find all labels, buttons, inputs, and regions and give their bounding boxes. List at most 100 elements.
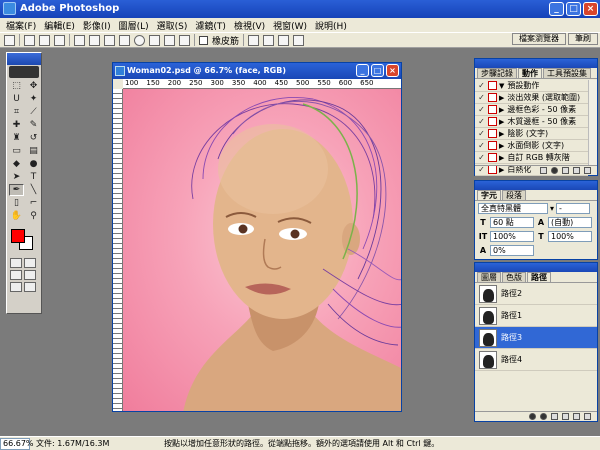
doc-close-button[interactable]: × — [386, 64, 399, 77]
rectangle-icon[interactable] — [104, 34, 115, 46]
minimize-button[interactable]: _ — [549, 2, 564, 16]
standard-mode-icon[interactable] — [10, 258, 22, 268]
tab-file-browser[interactable]: 檔案瀏覽器 — [512, 33, 566, 45]
action-row[interactable]: ✓ ▶ 淡出效果 (選取範圍) — [475, 92, 588, 104]
close-button[interactable]: × — [583, 2, 598, 16]
pen-tool-icon[interactable]: ✒ — [9, 184, 24, 196]
toggle-check-icon[interactable]: ✓ — [477, 117, 486, 126]
dialog-toggle-icon[interactable] — [488, 153, 497, 162]
toggle-check-icon[interactable]: ✓ — [477, 129, 486, 138]
document-titlebar[interactable]: Woman02.psd @ 66.7% (face, RGB) _ □ × — [113, 63, 401, 79]
path-row[interactable]: 路徑4 — [475, 349, 597, 371]
menu-view[interactable]: 檢視(V) — [230, 19, 269, 32]
expand-triangle-icon[interactable]: ▶ — [499, 142, 504, 150]
stroke-path-icon[interactable] — [540, 413, 547, 420]
trash-icon[interactable] — [584, 167, 591, 174]
new-path-icon[interactable] — [573, 413, 580, 420]
toggle-check-icon[interactable]: ✓ — [477, 141, 486, 150]
dodge-tool-icon[interactable]: ● — [26, 158, 41, 170]
pen-icon[interactable] — [74, 34, 85, 46]
expand-triangle-icon[interactable]: ▶ — [499, 118, 504, 126]
expand-triangle-icon[interactable]: ▶ — [499, 130, 504, 138]
dialog-toggle-icon[interactable] — [488, 105, 497, 114]
action-row[interactable]: ✓ ▶ 自訂 RGB 轉灰階 — [475, 152, 588, 164]
record-icon[interactable] — [551, 167, 558, 174]
tab-history[interactable]: 步驟記錄 — [477, 68, 517, 78]
zoom-tool-icon[interactable]: ⚲ — [26, 210, 41, 222]
custom-shape-icon[interactable] — [179, 34, 190, 46]
expand-triangle-icon[interactable]: ▼ — [499, 82, 504, 90]
brush-tool-icon[interactable]: ✎ — [26, 119, 41, 131]
foreground-color[interactable] — [11, 229, 25, 243]
type-tool-icon[interactable]: T — [26, 171, 41, 183]
character-panel-titlebar[interactable] — [475, 181, 597, 190]
load-selection-icon[interactable] — [551, 413, 558, 420]
chevron-down-icon[interactable]: ▾ — [550, 204, 554, 213]
clone-stamp-tool-icon[interactable]: ♜ — [9, 132, 24, 144]
lasso-tool-icon[interactable]: ᑌ — [9, 93, 24, 105]
fill-pixels-icon[interactable] — [54, 34, 65, 46]
action-row[interactable]: ✓ ▶ 水面倒影 (文字) — [475, 140, 588, 152]
paths-mode-icon[interactable] — [39, 34, 50, 46]
toggle-check-icon[interactable]: ✓ — [477, 81, 486, 90]
dialog-toggle-icon[interactable] — [488, 81, 497, 90]
eraser-tool-icon[interactable]: ▭ — [9, 145, 24, 157]
font-family-select[interactable]: 全真特黑體 — [478, 202, 548, 214]
tab-tool-presets[interactable]: 工具預設集 — [543, 68, 591, 78]
healing-brush-tool-icon[interactable]: ✚ — [9, 119, 24, 131]
menu-window[interactable]: 視窗(W) — [269, 19, 311, 32]
menu-image[interactable]: 影像(I) — [79, 19, 115, 32]
play-icon[interactable] — [562, 167, 569, 174]
action-row[interactable]: ✓ ▶ 木質邊框 - 50 像素 — [475, 116, 588, 128]
quick-mask-icon[interactable] — [24, 258, 36, 268]
trash-icon[interactable] — [584, 413, 591, 420]
image-canvas[interactable] — [123, 89, 401, 411]
horizontal-scale-field[interactable]: 100% — [548, 230, 592, 242]
toggle-check-icon[interactable]: ✓ — [477, 153, 486, 162]
jump-to-imageready-icon[interactable] — [24, 282, 36, 292]
add-to-path-icon[interactable] — [248, 34, 260, 46]
menu-select[interactable]: 選取(S) — [153, 19, 192, 32]
slice-tool-icon[interactable]: ⟋ — [26, 106, 41, 118]
menu-help[interactable]: 說明(H) — [311, 19, 351, 32]
path-row[interactable]: 路徑2 — [475, 283, 597, 305]
action-row[interactable]: ✓ ▶ 陰影 (文字) — [475, 128, 588, 140]
ellipse-icon[interactable] — [134, 34, 145, 46]
notes-tool-icon[interactable]: ▯ — [9, 197, 24, 209]
new-set-icon[interactable] — [573, 167, 580, 174]
tab-channels[interactable]: 色版 — [502, 272, 526, 282]
toolbox-titlebar[interactable] — [7, 53, 41, 65]
document-size-info[interactable]: 文件: 1.67M/16.3M — [30, 438, 150, 449]
doc-maximize-button[interactable]: □ — [371, 64, 384, 77]
actions-panel-titlebar[interactable] — [475, 59, 597, 68]
make-work-path-icon[interactable] — [562, 413, 569, 420]
tab-paragraph[interactable]: 段落 — [502, 190, 526, 200]
expand-triangle-icon[interactable]: ▶ — [499, 154, 504, 162]
dialog-toggle-icon[interactable] — [488, 141, 497, 150]
action-row[interactable]: ✓ ▶ 邊框色彩 - 50 像素 — [475, 104, 588, 116]
zoom-field[interactable]: 66.67% — [0, 437, 34, 450]
magic-wand-tool-icon[interactable]: ✦ — [26, 93, 41, 105]
menu-filter[interactable]: 濾鏡(T) — [191, 19, 230, 32]
expand-triangle-icon[interactable]: ▶ — [499, 106, 504, 114]
rubber-band-checkbox[interactable] — [199, 35, 208, 45]
leading-field[interactable]: (自動) — [548, 216, 592, 228]
adobe-online-icon[interactable] — [9, 66, 39, 78]
line-icon[interactable] — [164, 34, 175, 46]
toggle-check-icon[interactable]: ✓ — [477, 105, 486, 114]
tab-layers[interactable]: 圖層 — [477, 272, 501, 282]
stop-icon[interactable] — [540, 167, 547, 174]
shape-layers-icon[interactable] — [24, 34, 35, 46]
tab-character[interactable]: 字元 — [477, 190, 501, 200]
doc-minimize-button[interactable]: _ — [356, 64, 369, 77]
screen-mode-full-icon[interactable] — [10, 282, 22, 292]
rounded-rectangle-icon[interactable] — [119, 34, 130, 46]
fill-path-icon[interactable] — [529, 413, 536, 420]
dialog-toggle-icon[interactable] — [488, 129, 497, 138]
eyedropper-tool-icon[interactable]: ⌐ — [26, 197, 41, 209]
gradient-tool-icon[interactable]: ▤ — [26, 145, 41, 157]
screen-mode-standard-icon[interactable] — [10, 270, 22, 280]
path-row[interactable]: 路徑1 — [475, 305, 597, 327]
path-row-selected[interactable]: 路徑3 — [475, 327, 597, 349]
expand-triangle-icon[interactable]: ▶ — [499, 94, 504, 102]
